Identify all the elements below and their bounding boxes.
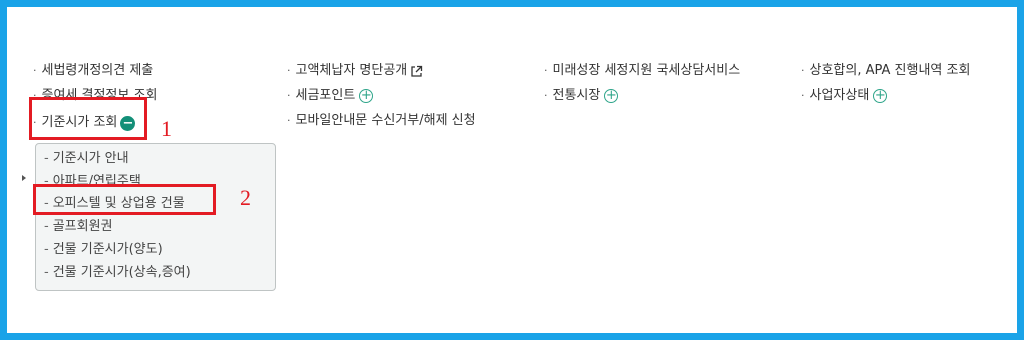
plus-circle-icon[interactable]: + [359,89,374,103]
menu-item-label: 미래성장 세정지원 국세상담서비스 [552,63,741,78]
plus-circle-icon[interactable]: + [873,89,888,103]
bullet: · [801,89,805,102]
bullet: · [287,89,291,102]
menu-item-label: 사업자상태 [809,88,870,103]
plus-circle-icon[interactable]: + [604,89,619,103]
menu-item-tax-points[interactable]: · 세금포인트 + [287,88,374,104]
submenu-item-golf-membership[interactable]: - 골프회원권 [44,219,113,235]
menu-item-label: 모바일안내문 수신거부/해제 신청 [295,113,476,128]
bullet: · [33,64,37,77]
menu-item-traditional-market[interactable]: · 전통시장 + [544,88,619,104]
menu-item-mutual-agreement-apa[interactable]: · 상호합의, APA 진행내역 조회 [801,63,970,79]
bullet: · [287,114,291,127]
menu-item-future-growth-consult[interactable]: · 미래성장 세정지원 국세상담서비스 [544,63,740,79]
menu-item-tax-law-opinion[interactable]: · 세법령개정의견 제출 [33,63,153,79]
menu-item-label: 세법령개정의견 제출 [41,63,154,78]
menu-item-delinquent-list[interactable]: · 고액체납자 명단공개 [287,63,423,79]
annotation-number-1: 1 [161,116,172,141]
bullet: · [287,64,291,77]
menu-item-label: 전통시장 [552,88,601,103]
highlight-box-1 [29,97,147,140]
menu-item-mobile-notice-optout[interactable]: · 모바일안내문 수신거부/해제 신청 [287,113,476,129]
annotation-number-2: 2 [240,185,251,210]
external-link-icon [410,65,423,78]
menu-item-label: 세금포인트 [295,88,356,103]
standard-price-submenu: - 기준시가 안내 - 아파트/연립주택 - 오피스텔 및 상업용 건물 - 골프회원권… [35,143,276,291]
bullet: · [544,89,548,102]
bullet: · [544,64,548,77]
menu-item-business-status[interactable]: · 사업자상태 + [801,88,888,104]
submenu-item-building-transfer[interactable]: - 건물 기준시가(양도) [44,242,163,258]
bullet: · [801,64,805,77]
submenu-item-guide[interactable]: - 기준시가 안내 [44,151,129,167]
menu-item-label: 상호합의, APA 진행내역 조회 [809,63,971,78]
menu-item-label: 고액체납자 명단공개 [295,63,408,78]
caret-right-icon [22,175,26,181]
highlight-box-2 [33,184,216,215]
submenu-item-building-inheritance[interactable]: - 건물 기준시가(상속,증여) [44,265,191,281]
